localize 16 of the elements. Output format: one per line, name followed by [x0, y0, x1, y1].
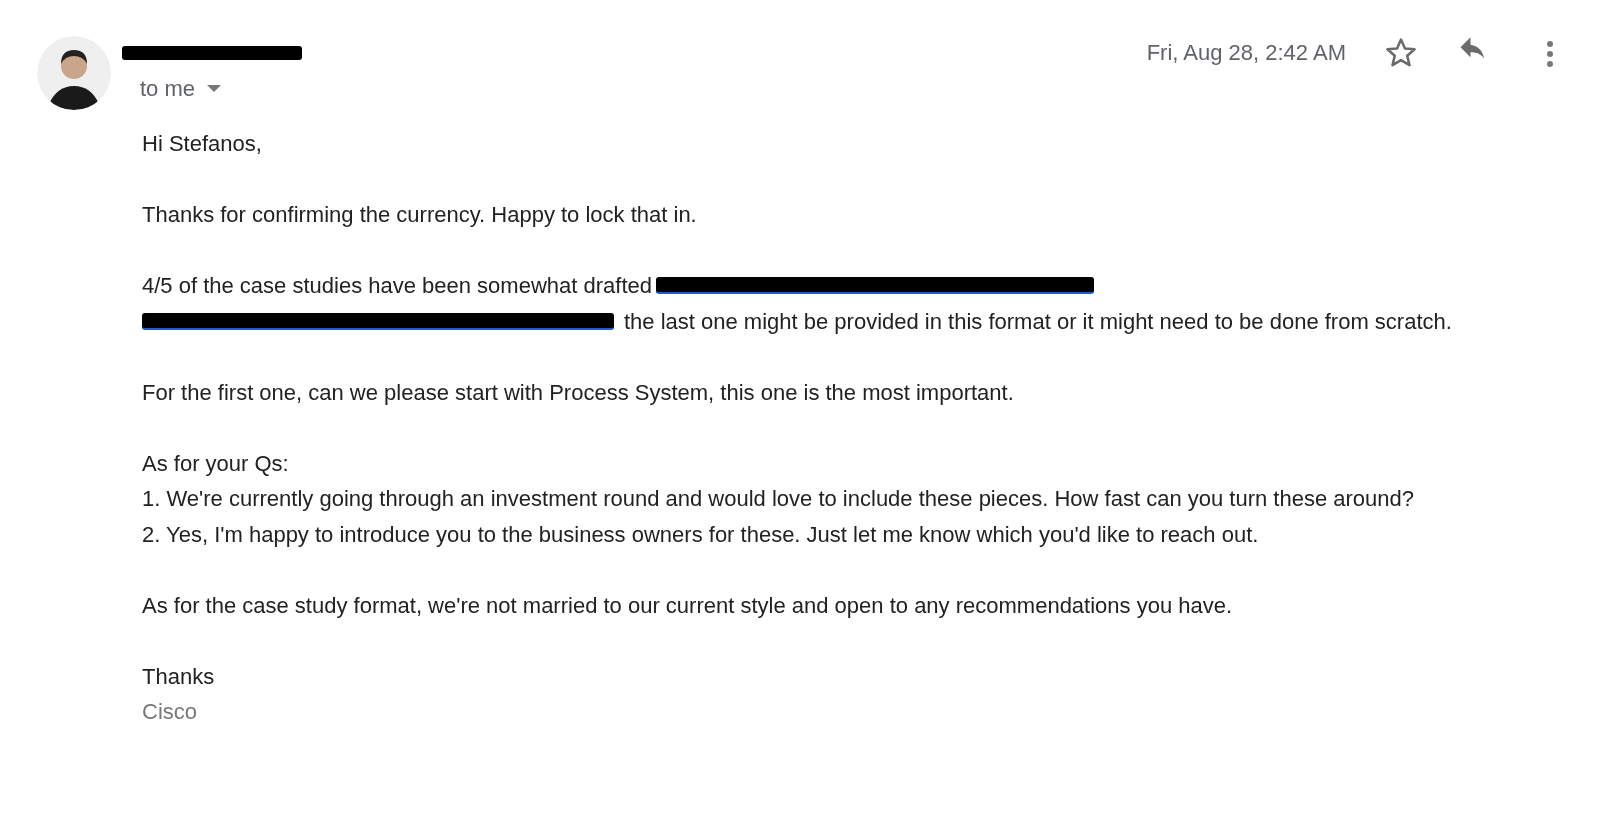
message-paragraph: Thanks for confirming the currency. Happy to lock that in.	[142, 201, 698, 229]
message-line: As for your Qs:	[142, 449, 290, 478]
closing-text: Thanks	[142, 662, 216, 691]
message-paragraph: For the first one, can we please start with Process System, this one is the most important.	[142, 378, 1015, 407]
message-text: the last one might be provided in this format or it might need to be done from scratch.	[624, 308, 1452, 334]
message-line: 1. We're currently going through an investment round and would love to include these pieces. How fast can you turn these around?	[142, 485, 1415, 513]
signature-name: Cisco	[142, 698, 198, 726]
redacted-link[interactable]	[142, 312, 614, 330]
more-options-icon[interactable]	[1546, 40, 1554, 68]
recipients-dropdown[interactable]: to me	[140, 76, 222, 102]
message-line: 2. Yes, I'm happy to introduce you to the business owners for these. Just let me know which you'd like to reach out.	[142, 520, 1260, 549]
message-paragraph: As for the case study format, we're not married to our current style and open to any recommendations you have.	[142, 591, 1234, 620]
email-date: Fri, Aug 28, 2:42 AM	[1146, 40, 1346, 66]
message-text: 4/5 of the case studies have been somewhat drafted	[142, 273, 652, 298]
caret-icon	[207, 85, 222, 93]
message-paragraph: Hi Stefanos,	[142, 130, 263, 158]
